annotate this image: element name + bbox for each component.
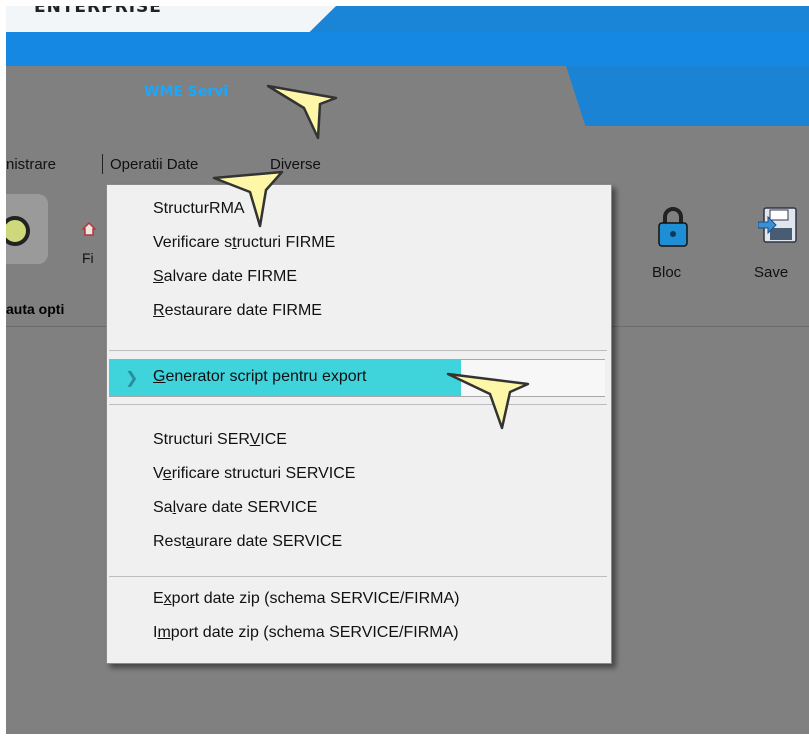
menu-item-text: alvare date FIRME — [163, 268, 298, 285]
menu-item-restaurare-date-firme[interactable]: Restaurare date FIRME — [153, 302, 322, 320]
menu-item-mnemonic: S — [153, 268, 164, 285]
menu-item-export-date-zip[interactable]: Export date zip (schema SERVICE/FIRMA) — [153, 590, 459, 608]
menu-separator — [109, 404, 607, 405]
menu-item-operatii-date[interactable]: Operatii Date — [110, 156, 198, 173]
menu-separator — [102, 154, 103, 174]
menu-item-mnemonic: e — [162, 465, 172, 482]
menu-item-text: enerator script pentru export — [165, 368, 367, 385]
menu-item-restaurare-date-service[interactable]: Restaurare date SERVICE — [153, 533, 342, 551]
menu-item-mnemonic: R — [153, 302, 165, 319]
menu-item-text: rificare structuri SERVICE — [171, 465, 356, 482]
lock-icon[interactable] — [656, 206, 690, 248]
menu-item-text: E — [153, 590, 164, 607]
header-band-right — [566, 66, 809, 126]
menu-item-generator-script-export[interactable]: ❯ Generator script pentru export — [109, 359, 605, 397]
logo-panel: ENTERPRISE — [6, 6, 336, 32]
toolbar-round-button[interactable] — [6, 194, 48, 264]
menu-item-text: Verificare s — [153, 234, 233, 251]
menu-separator — [109, 576, 607, 577]
cursor-pointer-icon — [446, 372, 530, 430]
menu-item-text: vare date SERVICE — [176, 499, 318, 516]
header-band — [6, 32, 809, 66]
menu-item-salvare-date-service[interactable]: Salvare date SERVICE — [153, 499, 317, 517]
app-title: WME Servi — [144, 84, 229, 100]
app-window: ENTERPRISE WME Servi nistrare Operatii D… — [6, 6, 809, 734]
menu-item-text: V — [153, 465, 163, 482]
menu-item-text: estaurare date FIRME — [164, 302, 322, 319]
menu-item-structuri-service[interactable]: Structuri SERVICE — [153, 431, 287, 449]
menu-item-mnemonic: G — [153, 368, 166, 385]
menu-item-text: Sa — [153, 499, 173, 516]
disc-icon — [6, 216, 30, 246]
menu-item-salvare-date-firme[interactable]: Salvare date FIRME — [153, 268, 297, 286]
menu-item-mnemonic: a — [185, 533, 195, 550]
menu-item-text: Rest — [153, 533, 186, 550]
menu-item-import-date-zip[interactable]: Import date zip (schema SERVICE/FIRMA) — [153, 624, 459, 642]
chevron-right-icon: ❯ — [125, 370, 139, 387]
search-options-label: auta opti — [6, 301, 65, 317]
menu-item-verificare-structuri-service[interactable]: Verificare structuri SERVICE — [153, 465, 355, 483]
menu-item-mnemonic: V — [249, 431, 261, 448]
cursor-pointer-icon — [212, 170, 284, 228]
menu-item-text: Structuri SER — [153, 431, 250, 448]
menu-item-verificare-structuri-firme[interactable]: Verificare structuri FIRME — [153, 234, 335, 252]
logo-text: ENTERPRISE — [34, 6, 162, 17]
menu-item-label: Generator script pentru export — [153, 368, 366, 386]
menu-separator — [109, 350, 607, 351]
save-icon[interactable] — [758, 206, 798, 248]
menu-item-text: port date zip (schema SERVICE/FIRMA) — [171, 590, 460, 607]
menu-item-text: Structur — [153, 200, 210, 217]
cursor-pointer-icon — [266, 84, 338, 140]
menu-bar: nistrare Operatii Date Diverse — [6, 152, 566, 178]
menu-item-mnemonic: x — [163, 590, 172, 607]
menu-item-administrare[interactable]: nistrare — [6, 156, 56, 173]
operatii-date-dropdown: StructurRMA Verificare structuri FIRME S… — [106, 184, 612, 664]
menu-item-text: urare date SERVICE — [194, 533, 343, 550]
menu-item-text: port date zip (schema SERVICE/FIRMA) — [170, 624, 459, 641]
home-icon — [82, 222, 96, 236]
save-button-label[interactable]: Save — [754, 264, 788, 281]
bloc-button-label[interactable]: Bloc — [652, 264, 681, 281]
firme-button-label[interactable]: Fi — [82, 250, 94, 266]
menu-item-text: ructuri FIRME — [236, 234, 336, 251]
menu-item-text: ICE — [260, 431, 287, 448]
menu-item-mnemonic: m — [157, 624, 171, 641]
